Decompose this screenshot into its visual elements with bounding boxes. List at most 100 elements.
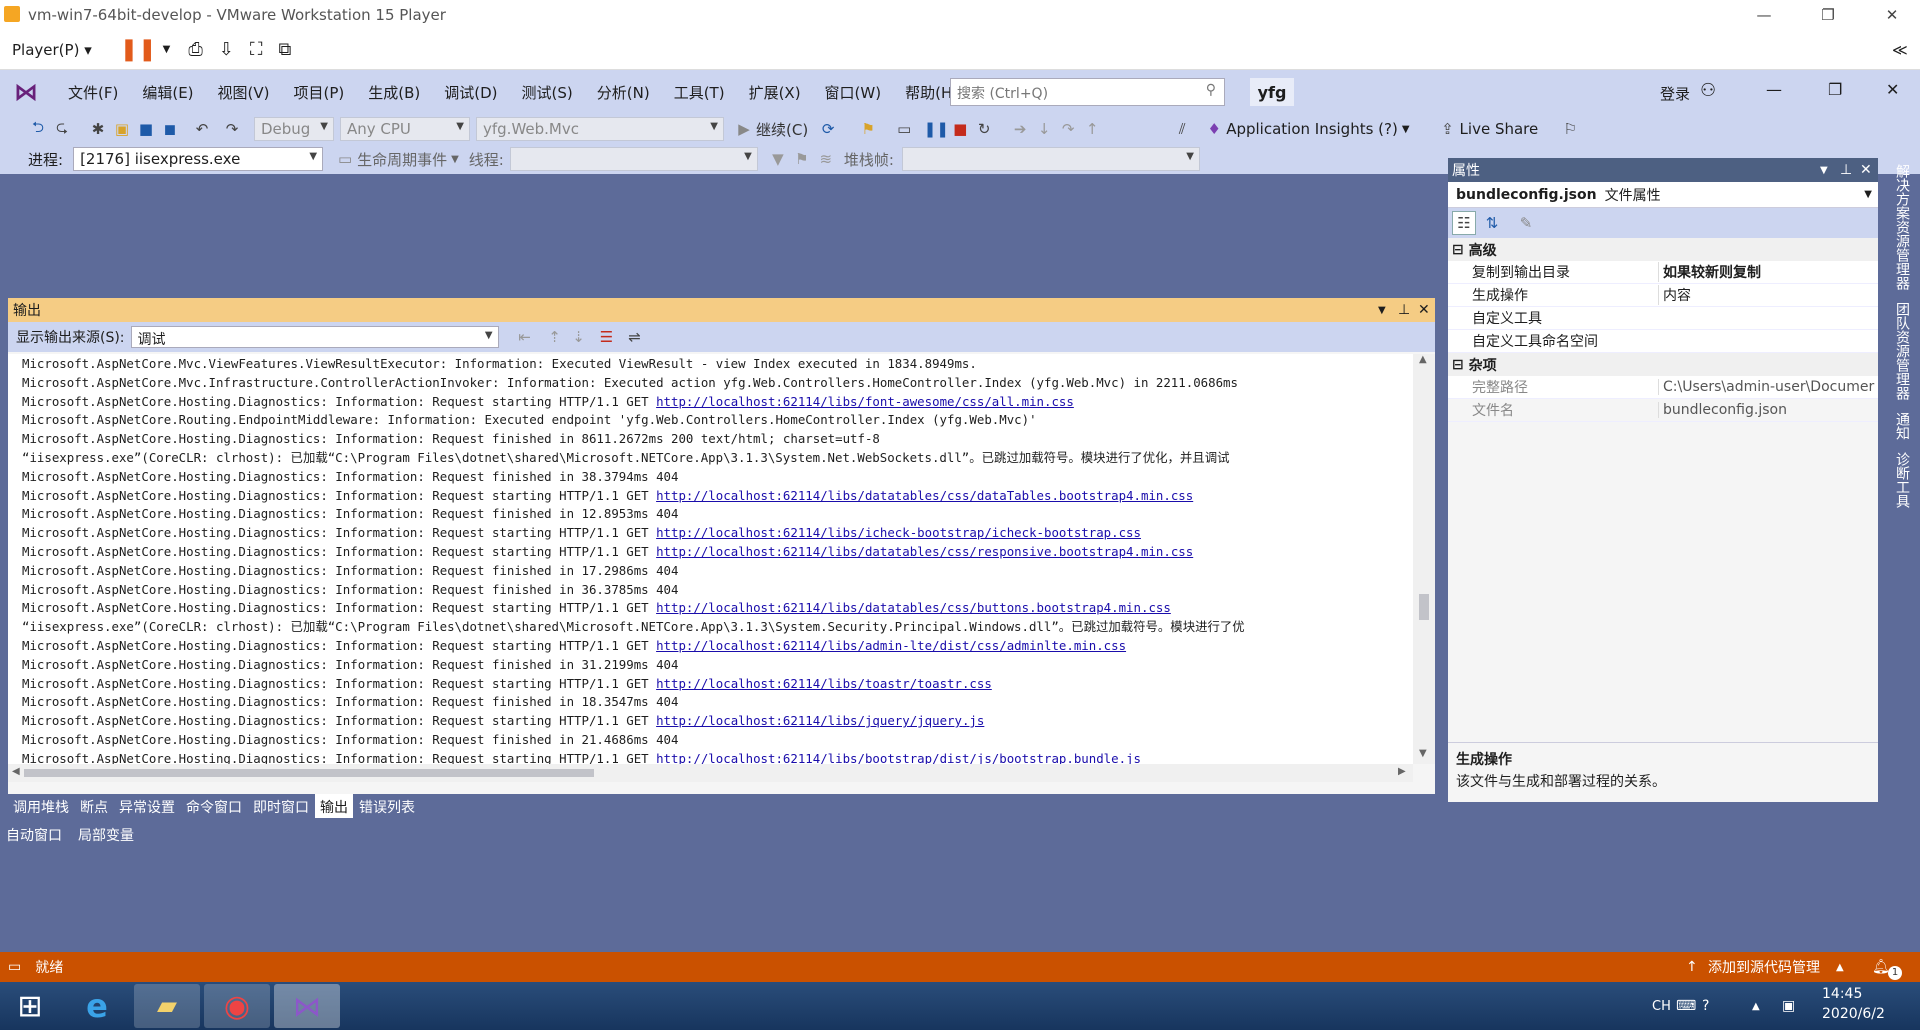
alphabetical-icon[interactable]: ⇅ xyxy=(1480,211,1504,235)
step-over-icon[interactable]: ↷ xyxy=(1056,117,1080,141)
output-link[interactable]: http://localhost:62114/libs/datatables/c… xyxy=(656,488,1193,503)
process-select[interactable]: [2176] iisexpress.exe ▼ xyxy=(73,147,324,171)
output-link[interactable]: http://localhost:62114/libs/toastr/toast… xyxy=(656,676,992,691)
explorer-icon[interactable]: ▰ xyxy=(134,984,200,1028)
start-button-icon[interactable]: ⊞ xyxy=(0,984,60,1028)
send-ctrl-alt-del-icon[interactable]: ⎙ xyxy=(188,39,202,60)
properties-pin-icon[interactable]: ⊥ xyxy=(1840,162,1852,178)
vs-minimize-icon[interactable]: — xyxy=(1766,80,1782,99)
thread-select[interactable]: ▼ xyxy=(509,147,758,171)
undo-icon[interactable]: ↶ xyxy=(190,117,214,141)
lifecycle-dropdown-icon[interactable]: ▼ xyxy=(451,154,459,165)
scroll-up-icon[interactable]: ▲ xyxy=(1419,354,1427,365)
save-all-icon[interactable]: ◼ xyxy=(158,117,182,141)
vs-close-icon[interactable]: ✕ xyxy=(1886,80,1899,99)
clock-date[interactable]: 2020/6/2 xyxy=(1822,1006,1885,1022)
search-input[interactable]: 搜索 (Ctrl+Q) ⚲ xyxy=(950,78,1225,106)
side-tab[interactable]: 诊断工具 xyxy=(1886,446,1918,514)
stack-frame-select[interactable]: ▼ xyxy=(901,147,1200,171)
property-row[interactable]: 复制到输出目录 如果较新则复制 xyxy=(1448,261,1878,284)
tab-tool[interactable]: 命令窗口 xyxy=(181,794,247,818)
scroll-left-icon[interactable]: ◀ xyxy=(12,766,20,777)
redo-icon[interactable]: ↷ xyxy=(220,117,244,141)
live-share-icon[interactable]: ⇪ xyxy=(1436,117,1460,141)
break-all-icon[interactable]: ❚❚ xyxy=(924,117,949,141)
property-value[interactable]: bundleconfig.json xyxy=(1658,402,1878,418)
user-icon[interactable]: ⚇ xyxy=(1700,80,1716,101)
keyboard-icon[interactable]: ⌨ xyxy=(1676,998,1696,1014)
login-link[interactable]: 登录 xyxy=(1660,83,1690,104)
show-threads-icon[interactable]: ≋ xyxy=(814,147,838,171)
configuration-select[interactable]: Debug ▼ xyxy=(254,117,334,141)
tab-tool[interactable]: 调用堆栈 xyxy=(8,794,74,818)
next-message-icon[interactable]: ⇣ xyxy=(567,325,591,349)
tray-expand-icon[interactable]: ▲ xyxy=(1752,1001,1760,1012)
continue-icon[interactable]: ▶ xyxy=(732,117,756,141)
output-pin-icon[interactable]: ⊥ xyxy=(1398,302,1410,318)
pause-icon[interactable]: ❚❚ xyxy=(120,37,157,62)
word-wrap-icon[interactable]: ⇌ xyxy=(623,325,647,349)
properties-object-select[interactable]: bundleconfig.json 文件属性 ▼ xyxy=(1448,182,1878,208)
help-icon[interactable]: ? xyxy=(1702,998,1709,1014)
tab-tool[interactable]: 自动窗口 xyxy=(0,822,67,846)
stop-icon[interactable]: ■ xyxy=(948,117,972,141)
fullscreen-icon[interactable]: ⛶ xyxy=(250,39,263,60)
properties-close-icon[interactable]: ✕ xyxy=(1860,162,1872,178)
menu-item[interactable]: 项目(P) xyxy=(282,82,357,103)
collapse-toolbar-icon[interactable]: ≪ xyxy=(1892,41,1908,59)
unity-icon[interactable]: ⧉ xyxy=(278,39,291,60)
save-icon[interactable]: ■ xyxy=(134,117,158,141)
source-control-icon[interactable]: ↑ xyxy=(1686,959,1698,975)
property-value[interactable]: 如果较新则复制 xyxy=(1658,262,1878,282)
live-share-button[interactable]: Live Share xyxy=(1460,120,1539,138)
property-value[interactable]: 内容 xyxy=(1658,285,1878,305)
scroll-right-icon[interactable]: ▶ xyxy=(1398,766,1406,777)
output-vertical-scrollbar[interactable]: ▲ ▼ xyxy=(1413,354,1435,764)
property-value[interactable]: C:\Users\admin-user\Documer xyxy=(1658,379,1878,395)
output-menu-icon[interactable]: ▼ xyxy=(1378,305,1386,316)
source-control-dropdown-icon[interactable]: ▲ xyxy=(1836,962,1844,973)
hscroll-thumb[interactable] xyxy=(24,769,594,777)
minimize-icon[interactable]: — xyxy=(1736,0,1792,30)
restore-icon[interactable]: ❐ xyxy=(1800,0,1856,30)
filter-icon[interactable]: ▼ xyxy=(766,147,790,171)
comment-icon[interactable]: ⫽ xyxy=(1170,117,1194,141)
player-menu-button[interactable]: Player(P) ▾ xyxy=(12,41,92,59)
properties-menu-icon[interactable]: ▼ xyxy=(1820,165,1828,176)
feedback-icon[interactable]: ⚐ xyxy=(1558,117,1582,141)
clock-time[interactable]: 14:45 xyxy=(1822,986,1862,1002)
property-row[interactable]: 自定义工具命名空间 xyxy=(1448,330,1878,353)
tab-tool[interactable]: 即时窗口 xyxy=(248,794,314,818)
tab-tool[interactable]: 错误列表 xyxy=(354,794,420,818)
categorized-icon[interactable]: ☷ xyxy=(1452,211,1476,235)
menu-item[interactable]: 编辑(E) xyxy=(130,82,205,103)
restart-icon[interactable]: ⟳ xyxy=(816,117,840,141)
forward-icon[interactable]: ⮎ xyxy=(50,117,74,141)
menu-item[interactable]: 文件(F) xyxy=(56,82,130,103)
output-source-select[interactable]: 调试 ▼ xyxy=(130,326,499,348)
output-link[interactable]: http://localhost:62114/libs/datatables/c… xyxy=(656,600,1171,615)
category-misc[interactable]: ⊟ 杂项 xyxy=(1448,353,1878,376)
prev-message-icon[interactable]: ⇡ xyxy=(543,325,567,349)
app-insights-button[interactable]: Application Insights (?) xyxy=(1226,120,1398,138)
side-tab[interactable]: 团队资源管理器 xyxy=(1886,296,1918,406)
output-link[interactable]: http://localhost:62114/libs/admin-lte/di… xyxy=(656,638,1126,653)
lifecycle-icon[interactable]: ▭ xyxy=(333,147,357,171)
removable-devices-icon[interactable]: ⇩ xyxy=(219,39,234,60)
tab-tool[interactable]: 异常设置 xyxy=(114,794,180,818)
platform-select[interactable]: Any CPU ▼ xyxy=(340,117,470,141)
property-row[interactable]: 完整路径 C:\Users\admin-user\Documer xyxy=(1448,376,1878,399)
flag-icon[interactable]: ⚑ xyxy=(790,147,814,171)
open-file-icon[interactable]: ▣ xyxy=(110,117,134,141)
menu-item[interactable]: 扩展(X) xyxy=(737,82,813,103)
object-dropdown-icon[interactable]: ▼ xyxy=(1864,189,1872,200)
app-insights-dropdown-icon[interactable]: ▼ xyxy=(1402,124,1410,135)
menu-item[interactable]: 窗口(W) xyxy=(813,82,894,103)
output-link[interactable]: http://localhost:62114/libs/jquery/jquer… xyxy=(656,713,984,728)
vs-restore-icon[interactable]: ❐ xyxy=(1828,80,1842,99)
scroll-down-icon[interactable]: ▼ xyxy=(1419,748,1427,759)
output-link[interactable]: http://localhost:62114/libs/datatables/c… xyxy=(656,544,1193,559)
side-tab[interactable]: 通知 xyxy=(1886,406,1918,446)
lifecycle-events-button[interactable]: 生命周期事件 xyxy=(357,149,447,170)
menu-item[interactable]: 调试(D) xyxy=(432,82,509,103)
